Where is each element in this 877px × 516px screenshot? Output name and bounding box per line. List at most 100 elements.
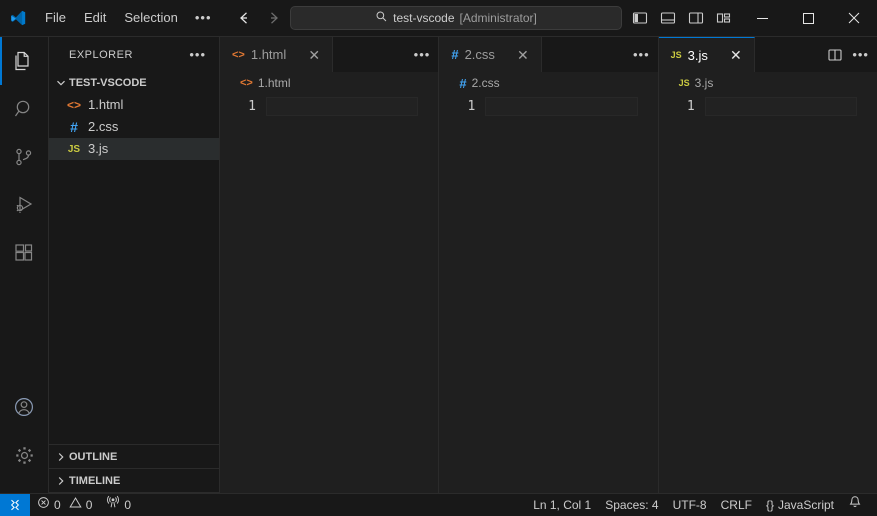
layout-sidebar-left-icon[interactable] (627, 5, 653, 31)
list-item[interactable]: # 2.css (49, 116, 219, 138)
gear-icon[interactable] (0, 431, 48, 479)
line-number: 1 (248, 99, 256, 114)
error-count: 0 (54, 498, 61, 512)
split-editor-icon[interactable] (824, 44, 846, 66)
ports-status[interactable]: 0 (99, 494, 138, 516)
folder-root-row[interactable]: TEST-VSCODE (49, 72, 219, 94)
tab-2-css[interactable]: # 2.css ✕ (439, 37, 542, 72)
maximize-button[interactable] (785, 0, 831, 36)
editor-actions-more[interactable]: ••• (414, 47, 431, 62)
line-number: 1 (686, 99, 695, 114)
sidebar-item-run-and-debug[interactable] (0, 181, 48, 229)
code-content[interactable] (264, 97, 438, 493)
section-outline[interactable]: OUTLINE (49, 445, 219, 469)
menu-edit[interactable]: Edit (76, 5, 114, 31)
close-icon[interactable]: ✕ (515, 47, 531, 63)
tab-bar: JS 3.js ✕ ••• (658, 37, 877, 72)
tab-1-html[interactable]: <> 1.html ✕ (220, 37, 334, 72)
current-line-highlight (704, 97, 857, 116)
breadcrumb-label: 3.js (694, 76, 714, 90)
quick-input-search[interactable]: test-vscode [Administrator] (290, 6, 622, 30)
css-file-icon: # (70, 119, 78, 135)
search-icon (375, 10, 388, 26)
css-file-icon: # (459, 75, 467, 91)
sidebar-item-source-control[interactable] (0, 133, 48, 181)
minimize-button[interactable] (739, 0, 785, 36)
editor-groups: <> 1.html ✕ ••• <> 1.html 1 # 2.css ✕ ••… (220, 37, 877, 493)
current-line-highlight (266, 97, 419, 116)
section-timeline-label: TIMELINE (69, 474, 121, 487)
sidebar-more-actions[interactable]: ••• (189, 47, 211, 62)
language-mode-status[interactable]: {} JavaScript (759, 494, 841, 516)
quick-input-title: test-vscode (393, 11, 455, 25)
editor-actions-more[interactable]: ••• (633, 47, 650, 62)
tab-label: 2.css (464, 47, 495, 62)
breadcrumb[interactable]: # 2.css (439, 72, 658, 94)
code-content[interactable] (703, 97, 877, 493)
layout-panel-bottom-icon[interactable] (655, 5, 681, 31)
breadcrumb-label: 2.css (471, 76, 500, 90)
list-item[interactable]: <> 1.html (49, 94, 219, 116)
editor-group-3: JS 3.js ✕ ••• JS 3.js 1 (658, 37, 877, 493)
quick-input-admin-badge: [Administrator] (459, 11, 537, 25)
arrow-right-icon[interactable] (264, 8, 284, 28)
breadcrumb[interactable]: <> 1.html (220, 72, 439, 94)
status-bar-right: Ln 1, Col 1 Spaces: 4 UTF-8 CRLF {} Java… (526, 494, 877, 516)
menu-selection[interactable]: Selection (116, 5, 185, 31)
file-label: 2.css (88, 119, 119, 134)
ports-count: 0 (124, 498, 132, 512)
tab-label: 1.html (250, 47, 287, 62)
line-numbers: 1 (220, 97, 264, 493)
notifications-button[interactable] (841, 494, 869, 516)
sidebar-item-extensions[interactable] (0, 229, 48, 277)
section-timeline[interactable]: TIMELINE (49, 469, 219, 493)
html-file-icon: <> (240, 77, 253, 89)
menu-more[interactable]: ••• (187, 5, 220, 31)
js-file-icon: JS (670, 50, 682, 60)
tab-bar: <> 1.html ✕ ••• (220, 37, 439, 72)
editor-actions-more[interactable]: ••• (852, 47, 869, 62)
html-file-icon: <> (232, 48, 245, 61)
code-editor[interactable]: 1 (658, 94, 877, 493)
eol-status[interactable]: CRLF (714, 494, 759, 516)
line-numbers: 1 (439, 97, 483, 493)
sidebar-item-search[interactable] (0, 85, 48, 133)
layout-customize-icon[interactable] (711, 5, 737, 31)
indentation-status[interactable]: Spaces: 4 (598, 494, 665, 516)
vscode-logo-icon (0, 0, 36, 36)
code-editor[interactable]: 1 (439, 94, 658, 493)
tab-bar-actions: ••• (541, 37, 658, 72)
chevron-right-icon (53, 452, 69, 462)
current-line-highlight (485, 97, 638, 116)
remote-host-icon[interactable] (0, 494, 30, 516)
sidebar-bottom-sections: OUTLINE TIMELINE (49, 444, 219, 493)
sidebar-title-label: EXPLORER (69, 48, 133, 61)
workbench-body: EXPLORER ••• TEST-VSCODE <> 1.html # 2.c… (0, 37, 877, 493)
tab-bar-actions: ••• (333, 37, 439, 72)
chevron-down-icon (53, 78, 69, 88)
warning-count: 0 (85, 498, 93, 512)
menu-file[interactable]: File (37, 5, 74, 31)
window-controls (739, 0, 877, 36)
layout-sidebar-right-icon[interactable] (683, 5, 709, 31)
cursor-position-status[interactable]: Ln 1, Col 1 (526, 494, 598, 516)
chevron-right-icon (53, 476, 69, 486)
breadcrumb[interactable]: JS 3.js (658, 72, 877, 94)
close-icon[interactable]: ✕ (728, 47, 744, 63)
accounts-button[interactable] (0, 383, 48, 431)
activity-bar (0, 37, 49, 493)
list-item[interactable]: JS 3.js (49, 138, 219, 160)
arrow-left-icon[interactable] (234, 8, 254, 28)
encoding-status[interactable]: UTF-8 (666, 494, 714, 516)
close-button[interactable] (831, 0, 877, 36)
sidebar-item-explorer[interactable] (0, 37, 48, 85)
title-bar: File Edit Selection ••• test-vscode [Adm… (0, 0, 877, 37)
code-editor[interactable]: 1 (220, 94, 439, 493)
close-icon[interactable]: ✕ (306, 47, 322, 63)
code-content[interactable] (483, 97, 657, 493)
tab-3-js[interactable]: JS 3.js ✕ (658, 37, 755, 72)
warning-icon (69, 494, 82, 516)
line-number: 1 (467, 99, 476, 114)
breadcrumb-label: 1.html (257, 76, 291, 90)
problems-status[interactable]: 0 0 (30, 494, 99, 516)
